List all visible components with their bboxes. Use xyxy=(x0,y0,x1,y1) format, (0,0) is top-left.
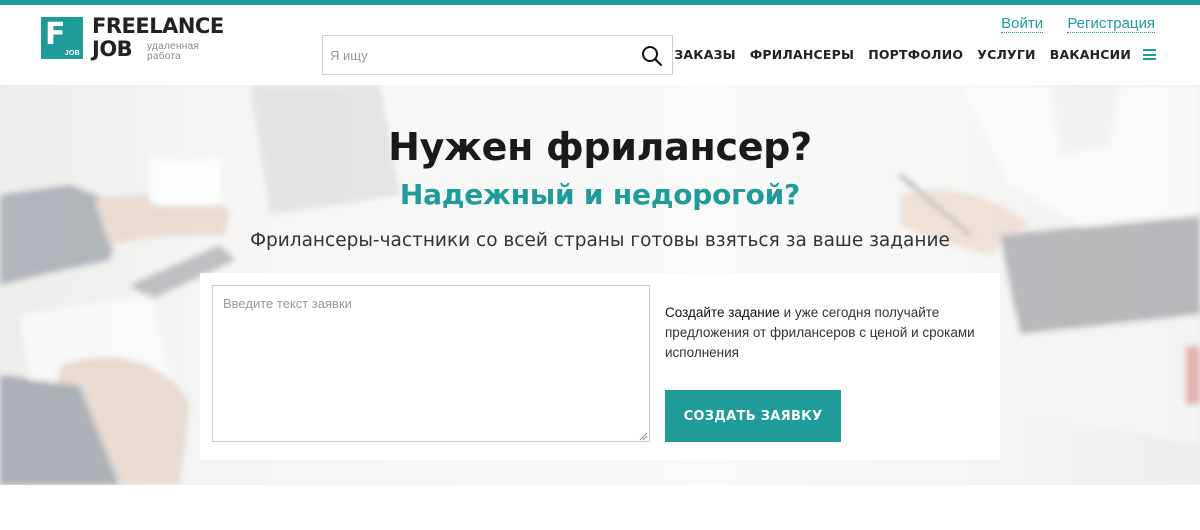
logo-tagline: удаленная работа xyxy=(147,41,200,62)
order-info-strong: Создайте задание xyxy=(665,305,780,320)
order-text-input[interactable] xyxy=(212,285,650,442)
logo-mark-letter: F xyxy=(45,17,66,52)
register-link[interactable]: Регистрация xyxy=(1067,15,1155,33)
nav-item-services[interactable]: УСЛУГИ xyxy=(977,47,1035,62)
hamburger-menu-icon[interactable] xyxy=(1143,49,1156,60)
auth-links: Войти Регистрация xyxy=(981,15,1155,33)
search-box xyxy=(322,35,673,75)
logo-mark-small: JOB xyxy=(64,50,80,57)
nav-item-vacancies[interactable]: ВАКАНСИИ xyxy=(1050,47,1131,62)
hero-lead: Фрилансеры-частники со всей страны готов… xyxy=(250,230,950,251)
order-form: Создайте задание и уже сегодня получайте… xyxy=(200,273,1000,460)
nav-item-portfolio[interactable]: ПОРТФОЛИО xyxy=(868,47,963,62)
login-link[interactable]: Войти xyxy=(1001,15,1044,33)
hero-title: Нужен фрилансер? xyxy=(388,125,812,169)
resize-grip-icon[interactable] xyxy=(638,431,648,441)
hero-subtitle: Надежный и недорогой? xyxy=(399,178,801,211)
logo-mark: F JOB xyxy=(41,17,83,59)
site-logo[interactable]: F JOB FREELANCE JOB удаленная работа xyxy=(41,14,261,62)
search-input[interactable] xyxy=(323,36,623,74)
order-info-text: Создайте задание и уже сегодня получайте… xyxy=(665,303,975,363)
main-nav: ЗАКАЗЫ ФРИЛАНСЕРЫ ПОРТФОЛИО УСЛУГИ ВАКАН… xyxy=(660,47,1156,62)
site-header: F JOB FREELANCE JOB удаленная работа Вой… xyxy=(0,5,1200,85)
create-order-button[interactable]: СОЗДАТЬ ЗАЯВКУ xyxy=(665,390,841,442)
nav-item-orders[interactable]: ЗАКАЗЫ xyxy=(674,47,735,62)
hero-section: Нужен фрилансер? Надежный и недорогой? Ф… xyxy=(0,85,1200,485)
nav-item-freelancers[interactable]: ФРИЛАНСЕРЫ xyxy=(750,47,854,62)
logo-text-line1: FREELANCE xyxy=(92,14,224,38)
logo-text-line2: JOB xyxy=(92,37,133,61)
